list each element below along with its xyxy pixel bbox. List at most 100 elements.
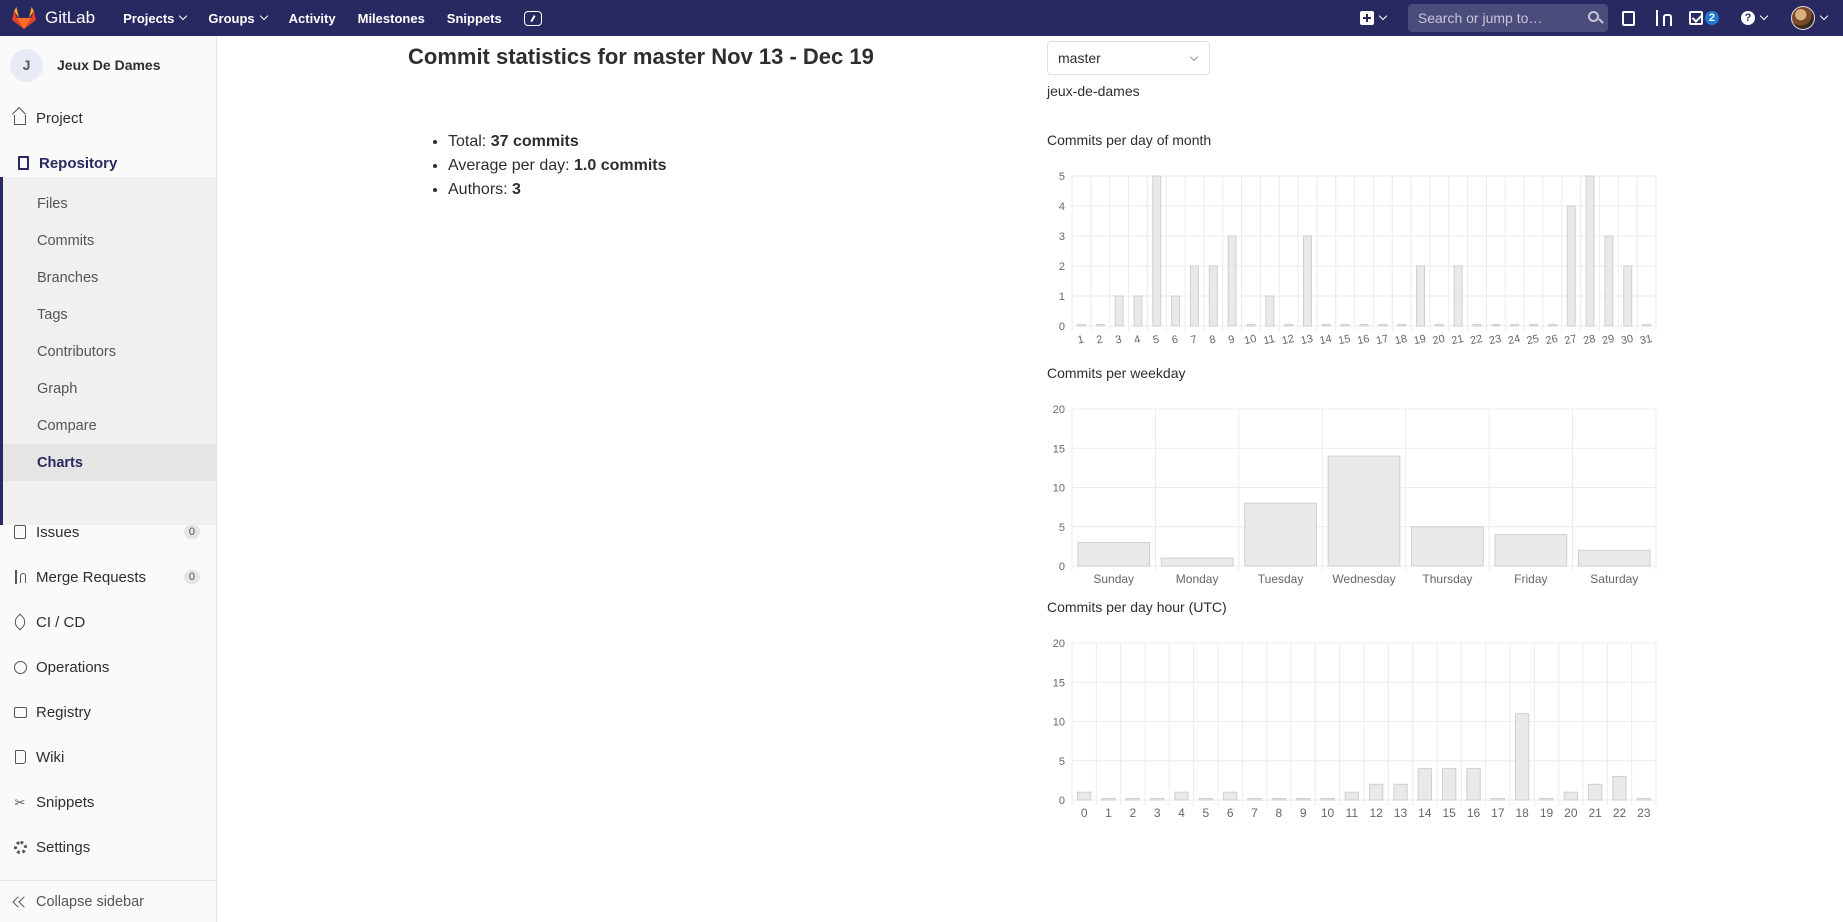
x-tick-label: 12 xyxy=(1369,806,1383,820)
sidebar-item-issues[interactable]: Issues 0 xyxy=(0,512,216,552)
x-tick-label: 29 xyxy=(1601,333,1615,347)
nav-groups[interactable]: Groups xyxy=(208,11,268,26)
y-tick-label: 5 xyxy=(1059,522,1065,534)
x-tick-label: 22 xyxy=(1613,806,1627,820)
bar xyxy=(1246,324,1256,327)
collapse-sidebar-button[interactable]: Collapse sidebar xyxy=(0,880,216,922)
chart-title-day-of-month: Commits per day of month xyxy=(1047,132,1212,148)
chevron-down-icon xyxy=(259,11,268,21)
stat-average-label: Average per day: xyxy=(448,157,570,174)
x-tick-label: Saturday xyxy=(1590,572,1638,586)
sidebar-item-label: Operations xyxy=(36,658,110,676)
sidebar-item-registry[interactable]: Registry xyxy=(0,692,216,732)
x-tick-label: 19 xyxy=(1413,333,1427,347)
x-tick-label: 21 xyxy=(1588,806,1602,820)
x-tick-label: 11 xyxy=(1262,333,1276,347)
issues-icon xyxy=(1621,10,1635,26)
bar xyxy=(1114,295,1124,327)
y-tick-label: 3 xyxy=(1059,231,1065,243)
bar xyxy=(1416,265,1425,327)
branch-select[interactable]: master xyxy=(1047,41,1210,75)
project-context-header[interactable]: J Jeux De Dames xyxy=(0,36,216,94)
merge-requests-nav-button[interactable] xyxy=(1655,10,1672,26)
chart-commits-per-weekday: 0 5 10 15 20 Sunday Monday Tuesday Wednesday Thur… xyxy=(1053,404,1657,586)
scissors-icon: ✂ xyxy=(14,794,26,810)
sidebar-item-graph[interactable]: Graph xyxy=(0,370,216,407)
issues-count-badge: 0 xyxy=(183,525,200,539)
issues-nav-button[interactable] xyxy=(1621,10,1635,26)
x-tick-label: 10 xyxy=(1243,333,1257,347)
sidebar-item-label: Registry xyxy=(36,703,92,721)
nav-activity[interactable]: Activity xyxy=(289,11,336,26)
stat-total-label: Total: xyxy=(448,133,487,150)
sidebar-item-snippets[interactable]: ✂ Snippets xyxy=(0,782,216,822)
bar xyxy=(1539,798,1554,801)
x-tick-label: 4 xyxy=(1133,334,1141,347)
nav-projects[interactable]: Projects xyxy=(123,11,188,26)
sidebar-item-files[interactable]: Files xyxy=(0,185,216,222)
bar xyxy=(1411,526,1484,567)
x-tick-label: 23 xyxy=(1637,806,1651,820)
sidebar-item-branches[interactable]: Branches xyxy=(0,259,216,296)
todos-nav-button[interactable]: 2 xyxy=(1688,11,1719,25)
x-tick-label: 6 xyxy=(1227,806,1234,820)
x-tick-label: 2 xyxy=(1095,334,1103,347)
x-tick-label: 28 xyxy=(1582,333,1596,347)
bar xyxy=(1393,783,1408,801)
sidebar-item-settings[interactable]: Settings xyxy=(0,827,216,867)
x-tick-label: 18 xyxy=(1515,806,1529,820)
bar xyxy=(1265,295,1275,327)
todo-check-icon xyxy=(1688,11,1703,25)
x-tick-label: 2 xyxy=(1129,806,1136,820)
branch-select-value: master xyxy=(1058,50,1101,66)
search-input[interactable]: Search or jump to… xyxy=(1407,4,1608,32)
x-tick-label: 0 xyxy=(1081,806,1088,820)
x-tick-label: Thursday xyxy=(1422,572,1472,586)
bar xyxy=(1174,791,1189,801)
sidebar-item-merge-requests[interactable]: Merge Requests 0 xyxy=(0,557,216,597)
gitlab-home-link[interactable]: GitLab xyxy=(12,0,95,36)
x-tick-label: 17 xyxy=(1491,806,1505,820)
stat-authors-value: 3 xyxy=(512,181,521,198)
nav-right: Search or jump to… 2 ? xyxy=(1359,0,1843,36)
sidebar-item-commits[interactable]: Commits xyxy=(0,222,216,259)
x-tick-label: 18 xyxy=(1394,333,1408,347)
stat-average: Average per day: 1.0 commits xyxy=(448,154,667,178)
sidebar-item-contributors[interactable]: Contributors xyxy=(0,333,216,370)
user-menu-button[interactable] xyxy=(1791,6,1829,30)
search-placeholder: Search or jump to… xyxy=(1417,10,1543,26)
sidebar-item-charts[interactable]: Charts xyxy=(3,444,216,481)
help-dropdown-button[interactable]: ? xyxy=(1741,11,1769,25)
bar xyxy=(1133,295,1143,327)
sidebar-item-ci-cd[interactable]: CI / CD xyxy=(0,602,216,642)
nav-links: Projects Groups Activity Milestones Snip… xyxy=(123,10,564,26)
nav-snippets[interactable]: Snippets xyxy=(447,11,502,26)
nav-performance-bar[interactable] xyxy=(523,10,542,26)
page-title: Commit statistics for master Nov 13 - De… xyxy=(408,44,874,69)
bar xyxy=(1284,324,1294,327)
sidebar-item-compare[interactable]: Compare xyxy=(0,407,216,444)
sidebar-item-repository[interactable]: Repository xyxy=(0,143,216,183)
x-tick-label: 7 xyxy=(1251,806,1258,820)
sidebar-item-tags[interactable]: Tags xyxy=(0,296,216,333)
bar xyxy=(1359,324,1369,327)
bar xyxy=(1125,798,1141,801)
x-tick-label: 21 xyxy=(1450,333,1464,347)
rocket-icon xyxy=(11,613,29,631)
nav-milestones[interactable]: Milestones xyxy=(358,11,425,26)
bar xyxy=(1189,265,1199,327)
sidebar-item-project[interactable]: Project xyxy=(0,98,216,138)
sidebar-item-wiki[interactable]: Wiki xyxy=(0,737,216,777)
y-tick-label: 15 xyxy=(1053,443,1065,455)
x-tick-label: 31 xyxy=(1639,333,1653,347)
bar xyxy=(1247,798,1262,801)
x-tick-label: 25 xyxy=(1526,333,1540,347)
y-tick-label: 5 xyxy=(1059,756,1065,768)
sidebar-item-operations[interactable]: Operations xyxy=(0,647,216,687)
chevron-down-icon xyxy=(1378,11,1388,21)
bar xyxy=(1494,534,1568,567)
bar xyxy=(1327,455,1401,567)
top-navbar: GitLab Projects Groups Activity Mileston… xyxy=(0,0,1843,36)
new-dropdown-button[interactable] xyxy=(1359,11,1388,25)
bar xyxy=(1441,768,1457,801)
